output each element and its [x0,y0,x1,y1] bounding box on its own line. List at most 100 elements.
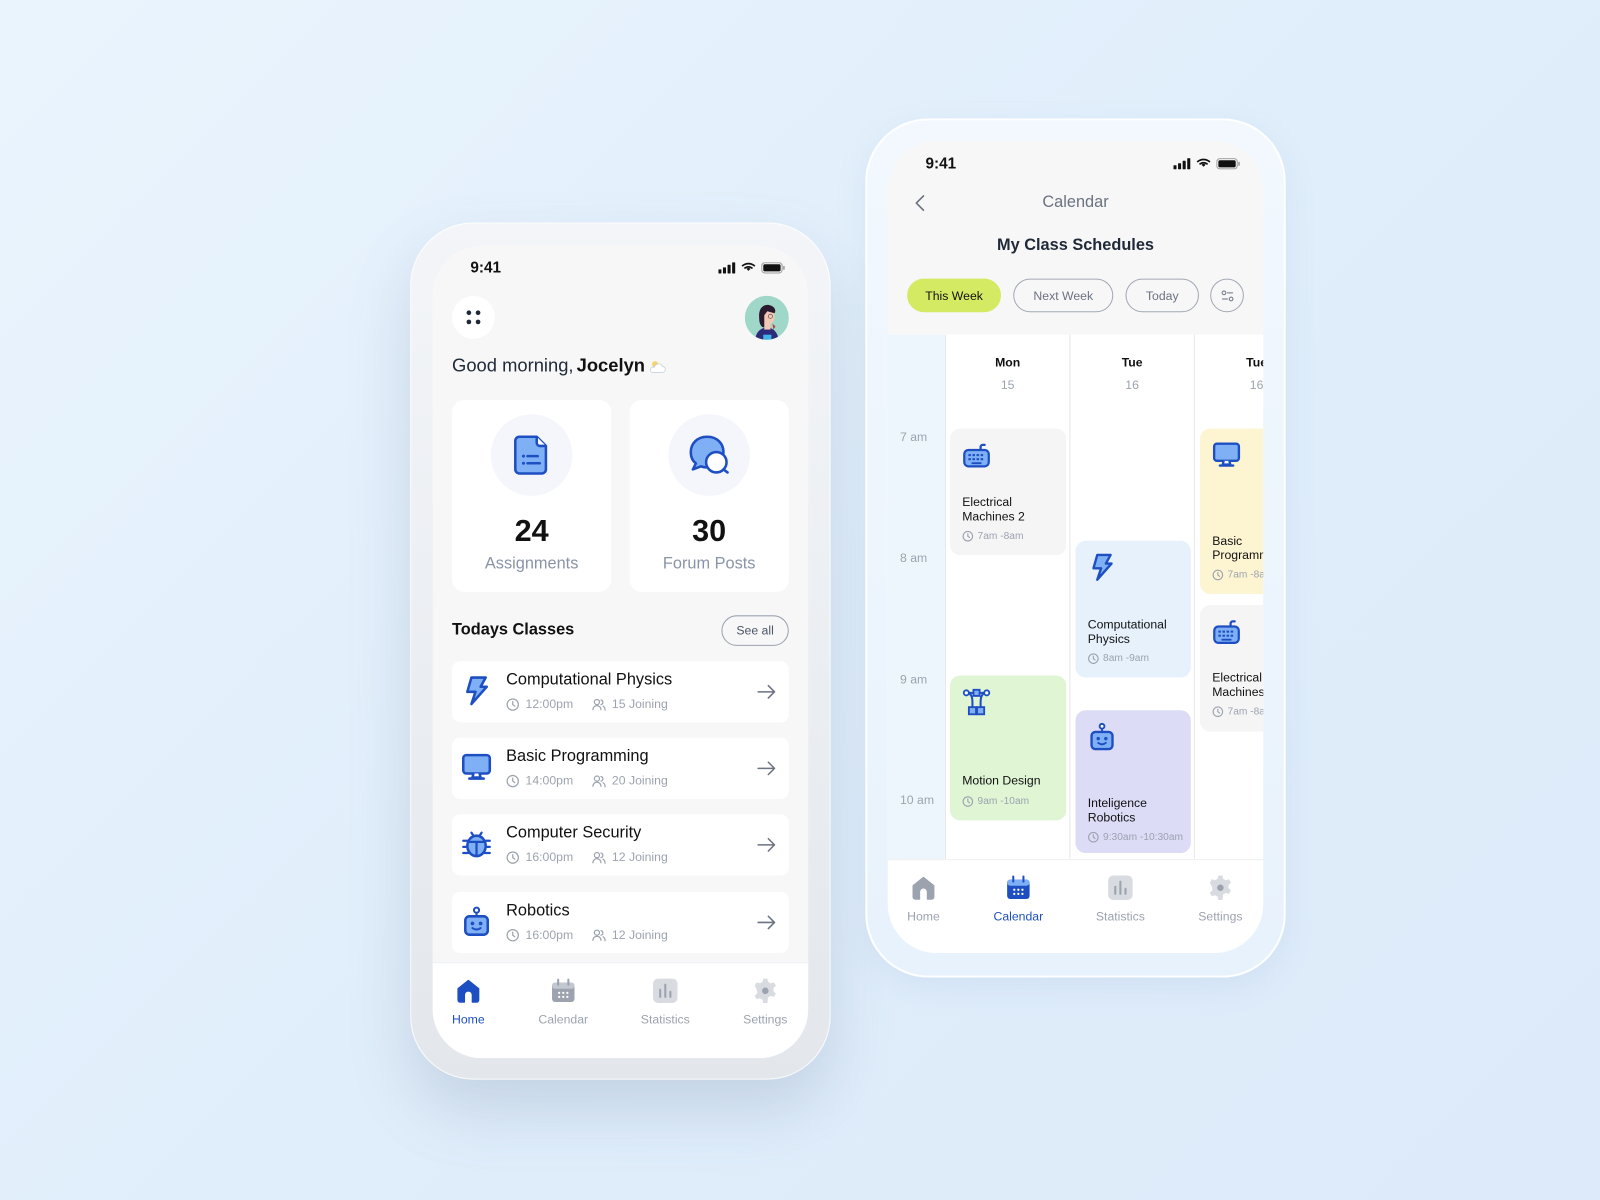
class-item-computational-physics[interactable]: Computational Physics 12:00pm 15 Joining [452,661,789,723]
event-title: Electrical Machines [1212,670,1263,699]
event-title-line: Basic [1212,533,1243,548]
event-computational-physics[interactable]: Computational Physics 8am -9am [1075,540,1191,678]
class-item-basic-programming[interactable]: Basic Programming 14:00pm 20 Joining [452,737,789,799]
filter-this-week[interactable]: This Week [907,278,1002,313]
menu-button[interactable] [452,295,495,339]
class-time: 12:00pm [525,696,574,712]
robot-icon [464,906,490,936]
gear-icon [1209,875,1232,900]
clock-icon [506,850,519,864]
lightning-icon [1092,553,1113,581]
status-time: 9:41 [925,155,957,173]
filter-next-week[interactable]: Next Week [1013,278,1114,313]
class-name: Computational Physics [506,671,673,689]
event-time: 9am -10am [962,796,1029,807]
monitor-icon [461,753,492,780]
keyboard-icon [963,443,990,468]
event-title: BasicProgramming [1212,534,1263,563]
event-time: 7am -8am [1212,569,1264,581]
robot-icon [1090,722,1114,751]
home-icon [912,876,935,900]
class-time: 16:00pm [525,849,574,865]
calendar-icon [1007,875,1030,899]
event-electrical-machines-2[interactable]: Electrical Machines 2 7am -8am [949,428,1067,556]
clock-icon [962,530,974,542]
event-title-line: Electrical [962,494,1012,510]
arrow-right-icon [757,761,776,776]
greeting-prefix: Good morning, [452,355,574,376]
class-meta: 16:00pm 12 Joining [506,850,680,864]
sliders-icon [1221,289,1233,301]
status-bar: 9:41 [433,246,809,291]
class-item-robotics[interactable]: Robotics 16:00pm 12 Joining [452,891,789,954]
signal-icon [718,262,736,274]
avatar[interactable] [744,295,789,340]
schedule-subtitle: My Class Schedules [997,236,1154,255]
class-joining: 12 Joining [611,849,668,865]
event-title-line: Machines 2 [962,509,1025,524]
class-name: Basic Programming [506,747,649,766]
stage: 9:41 Good morning, Jocelyn 24 Assignment… [0,0,1600,1200]
day-name: Tue [1246,355,1263,370]
class-meta: 16:00pm 12 Joining [506,928,680,942]
users-icon [591,698,606,711]
clock-icon [962,796,974,807]
arrow-right-icon [757,838,776,852]
time-column: 7 am 8 am 9 am 10 am [887,334,945,860]
keyboard-icon [1213,620,1240,644]
event-time-text: 7am -8am [1227,569,1264,581]
clock-icon [1088,653,1099,664]
partly-cloudy-icon [650,360,666,373]
event-basic-programming[interactable]: BasicProgramming 7am -8am [1199,428,1264,594]
time-label: 9 am [899,672,928,687]
filter-today[interactable]: Today [1125,278,1199,313]
tab-label: Settings [1198,909,1243,924]
calendar-icon [552,978,575,1003]
status-icons [1173,158,1240,170]
tab-settings[interactable]: Settings [724,978,806,1027]
class-name: Robotics [506,902,570,920]
home-tab-bar: Home Calendar Statistics Settings [432,962,809,1059]
assignments-count: 24 [514,514,549,548]
clock-icon [1212,569,1224,581]
event-inteligence-robotics[interactable]: Inteligence Robotics 9:30am -10:30am [1075,710,1191,854]
day-date: 16 [1249,377,1264,392]
class-item-computer-security[interactable]: Computer Security 16:00pm 12 Joining [452,814,789,876]
tab-home[interactable]: Home [888,874,965,923]
day-name: Mon [995,355,1021,370]
event-title-line: Robotics [1087,810,1136,825]
users-icon [591,774,606,787]
tab-statistics[interactable]: Statistics [624,978,706,1027]
tab-calendar[interactable]: Calendar [978,874,1060,923]
forum-posts-card[interactable]: 30 Forum Posts [629,399,789,592]
event-title-line: Machines [1212,684,1264,699]
event-electrical-machines[interactable]: ElectricalMachines 7am -8am [1199,605,1264,732]
event-motion-design[interactable]: Motion Design 9am -10am [949,675,1067,821]
page-title: Calendar [1042,193,1109,212]
clock-icon [1088,831,1099,843]
class-meta: 14:00pm 20 Joining [506,773,680,788]
chart-icon [653,978,678,1004]
time-label: 8 am [899,551,928,566]
tab-settings[interactable]: Settings [1180,874,1262,923]
battery-icon [1216,158,1240,170]
assignments-card[interactable]: 24 Assignments [452,399,612,592]
clock-icon [1212,706,1224,718]
tab-label: Home [452,1012,485,1027]
chart-icon [1108,875,1133,900]
event-time: 7am -8am [1212,706,1263,717]
tab-home[interactable]: Home [433,978,510,1027]
tab-statistics[interactable]: Statistics [1080,874,1162,923]
calendar-screen: 9:41 Calendar My Class Schedules This We… [887,140,1264,954]
event-time-text: 7am -8am [1227,706,1264,718]
time-label: 7 am [899,429,928,444]
day-name: Tue [1121,355,1143,370]
see-all-button[interactable]: See all [721,615,789,646]
event-time: 9:30am -10:30am [1088,832,1183,843]
avatar-illustration [744,295,789,340]
tab-calendar[interactable]: Calendar [522,978,604,1027]
filter-options-button[interactable] [1210,278,1244,313]
tab-label: Home [907,909,940,924]
bug-icon [462,831,491,858]
chat-bubbles-icon [689,435,729,474]
